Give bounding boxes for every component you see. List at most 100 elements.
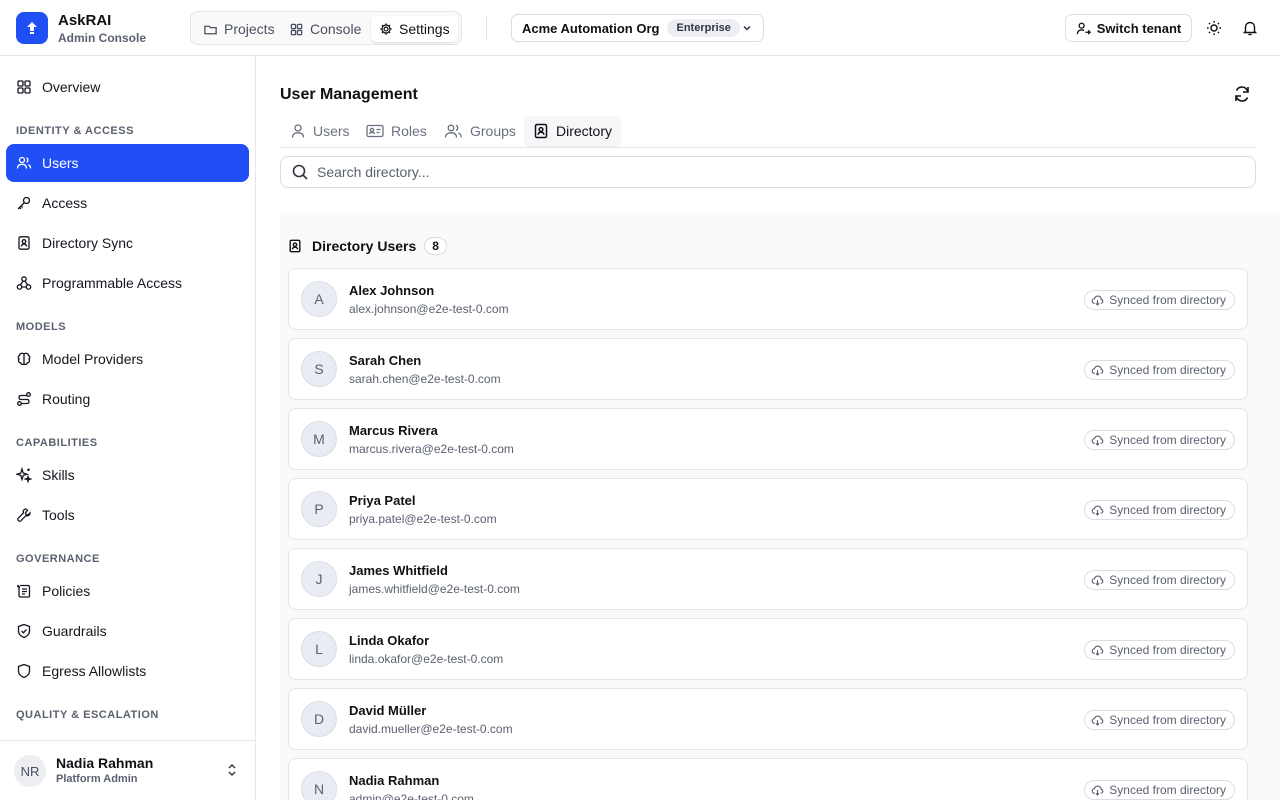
switch-tenant-label: Switch tenant xyxy=(1096,20,1182,36)
sync-status-label: Synced from directory xyxy=(1109,363,1226,377)
org-name: Acme Automation Org xyxy=(522,20,660,36)
user-email: sarah.chen@e2e-test-0.com xyxy=(349,372,501,386)
sidebar-item-label: Model Providers xyxy=(42,351,144,367)
user-name: James Whitfield xyxy=(349,563,448,578)
sync-status-label: Synced from directory xyxy=(1109,503,1226,517)
sync-status-badge: Synced from directory xyxy=(1084,570,1235,590)
tab-groups[interactable]: Groups xyxy=(436,116,524,146)
user-email: linda.okafor@e2e-test-0.com xyxy=(349,652,504,666)
nav-console[interactable]: Console xyxy=(281,16,369,42)
sync-status-badge: Synced from directory xyxy=(1084,430,1235,450)
id-card-icon xyxy=(366,124,384,138)
cloud-download-icon xyxy=(1091,364,1104,376)
key-icon xyxy=(17,196,31,210)
wrench-icon xyxy=(17,508,31,522)
user-name: Nadia Rahman xyxy=(349,773,440,788)
top-nav: Projects Console Settings xyxy=(190,11,462,45)
directory-user-row[interactable]: D David Müller david.mueller@e2e-test-0.… xyxy=(288,688,1248,750)
cloud-download-icon xyxy=(1091,784,1104,796)
sidebar-heading-capabilities: CAPABILITIES xyxy=(16,437,98,449)
avatar: M xyxy=(301,421,337,457)
sidebar-item-label: Access xyxy=(42,195,88,211)
tabs-divider xyxy=(280,147,1256,148)
webhook-icon xyxy=(16,276,32,290)
sidebar-item-label: Egress Allowlists xyxy=(42,663,147,679)
nav-console-label: Console xyxy=(310,21,362,37)
directory-user-row[interactable]: L Linda Okafor linda.okafor@e2e-test-0.c… xyxy=(288,618,1248,680)
tab-label: Users xyxy=(313,123,350,139)
sidebar-item-users[interactable]: Users xyxy=(6,144,249,182)
directory-user-row[interactable]: N Nadia Rahman admin@e2e-test-0.com Sync… xyxy=(288,758,1248,800)
tab-directory[interactable]: Directory xyxy=(525,116,621,146)
user-name: Sarah Chen xyxy=(349,353,422,368)
cloud-download-icon xyxy=(1091,714,1104,726)
bell-icon xyxy=(1242,21,1258,36)
refresh-button[interactable] xyxy=(1230,82,1254,106)
sidebar-item-programmable-access[interactable]: Programmable Access xyxy=(6,264,249,302)
avatar: L xyxy=(301,631,337,667)
tab-label: Roles xyxy=(391,123,427,139)
nav-projects[interactable]: Projects xyxy=(195,16,283,42)
sidebar-item-access[interactable]: Access xyxy=(6,184,249,222)
sync-status-badge: Synced from directory xyxy=(1084,290,1235,310)
directory-user-row[interactable]: M Marcus Rivera marcus.rivera@e2e-test-0… xyxy=(288,408,1248,470)
brain-icon xyxy=(17,352,31,366)
sidebar-item-overview[interactable]: Overview xyxy=(6,68,249,106)
directory-user-row[interactable]: J James Whitfield james.whitfield@e2e-te… xyxy=(288,548,1248,610)
sidebar-item-policies[interactable]: Policies xyxy=(6,572,249,610)
directory-users-count: 8 xyxy=(424,237,447,255)
search-icon xyxy=(292,164,308,180)
directory-user-row[interactable]: A Alex Johnson alex.johnson@e2e-test-0.c… xyxy=(288,268,1248,330)
sidebar-item-routing[interactable]: Routing xyxy=(6,380,249,418)
directory-user-row[interactable]: P Priya Patel priya.patel@e2e-test-0.com… xyxy=(288,478,1248,540)
sidebar-item-skills[interactable]: Skills xyxy=(6,456,249,494)
app-logo[interactable] xyxy=(16,12,48,44)
tab-label: Groups xyxy=(470,123,516,139)
chevrons-up-down-icon[interactable] xyxy=(224,762,240,778)
sync-status-label: Synced from directory xyxy=(1109,643,1226,657)
notifications-button[interactable] xyxy=(1238,16,1262,40)
shield-icon xyxy=(17,663,31,679)
switch-tenant-button[interactable]: Switch tenant xyxy=(1065,14,1192,42)
search-input[interactable] xyxy=(317,164,1217,180)
grid-icon xyxy=(290,23,303,35)
cloud-download-icon xyxy=(1091,294,1104,306)
scroll-icon xyxy=(17,584,31,598)
directory-search[interactable] xyxy=(280,156,1256,188)
sidebar-item-model-providers[interactable]: Model Providers xyxy=(6,340,249,378)
theme-toggle[interactable] xyxy=(1202,16,1226,40)
avatar: P xyxy=(301,491,337,527)
top-bar: AskRAI Admin Console Projects Console Se… xyxy=(0,0,1280,56)
sidebar-item-egress-allowlists[interactable]: Egress Allowlists xyxy=(6,652,249,690)
sun-icon xyxy=(1207,21,1221,35)
refresh-icon xyxy=(1235,86,1249,102)
org-select[interactable]: Acme Automation Org Enterprise xyxy=(511,14,764,42)
cloud-download-icon xyxy=(1091,644,1104,656)
current-user-role: Platform Admin xyxy=(56,773,138,785)
sidebar-heading-quality: QUALITY & ESCALATION xyxy=(16,709,159,721)
directory-users-title: Directory Users xyxy=(312,238,417,254)
user-name: David Müller xyxy=(349,703,427,718)
sidebar-item-tools[interactable]: Tools xyxy=(6,496,249,534)
sidebar: Overview IDENTITY & ACCESS Users Access … xyxy=(0,56,256,800)
tab-users[interactable]: Users xyxy=(282,116,358,146)
logo-icon xyxy=(27,22,37,34)
sidebar-user-footer[interactable]: NR Nadia Rahman Platform Admin xyxy=(0,740,255,800)
sync-status-label: Synced from directory xyxy=(1109,713,1226,727)
nav-settings-label: Settings xyxy=(399,21,450,37)
directory-user-row[interactable]: S Sarah Chen sarah.chen@e2e-test-0.com S… xyxy=(288,338,1248,400)
sidebar-item-directory-sync[interactable]: Directory Sync xyxy=(6,224,249,262)
sidebar-item-label: Tools xyxy=(42,507,75,523)
nav-settings[interactable]: Settings xyxy=(371,16,458,42)
avatar: N xyxy=(301,771,337,800)
sidebar-item-label: Guardrails xyxy=(42,623,107,639)
gear-icon xyxy=(380,23,392,35)
sync-status-badge: Synced from directory xyxy=(1084,360,1235,380)
avatar: NR xyxy=(14,755,46,787)
sidebar-item-label: Users xyxy=(42,155,79,171)
brand-name: AskRAI xyxy=(58,12,112,29)
contact-book-icon xyxy=(18,236,30,250)
sidebar-item-label: Directory Sync xyxy=(42,235,134,251)
tab-roles[interactable]: Roles xyxy=(358,116,435,146)
sidebar-item-guardrails[interactable]: Guardrails xyxy=(6,612,249,650)
